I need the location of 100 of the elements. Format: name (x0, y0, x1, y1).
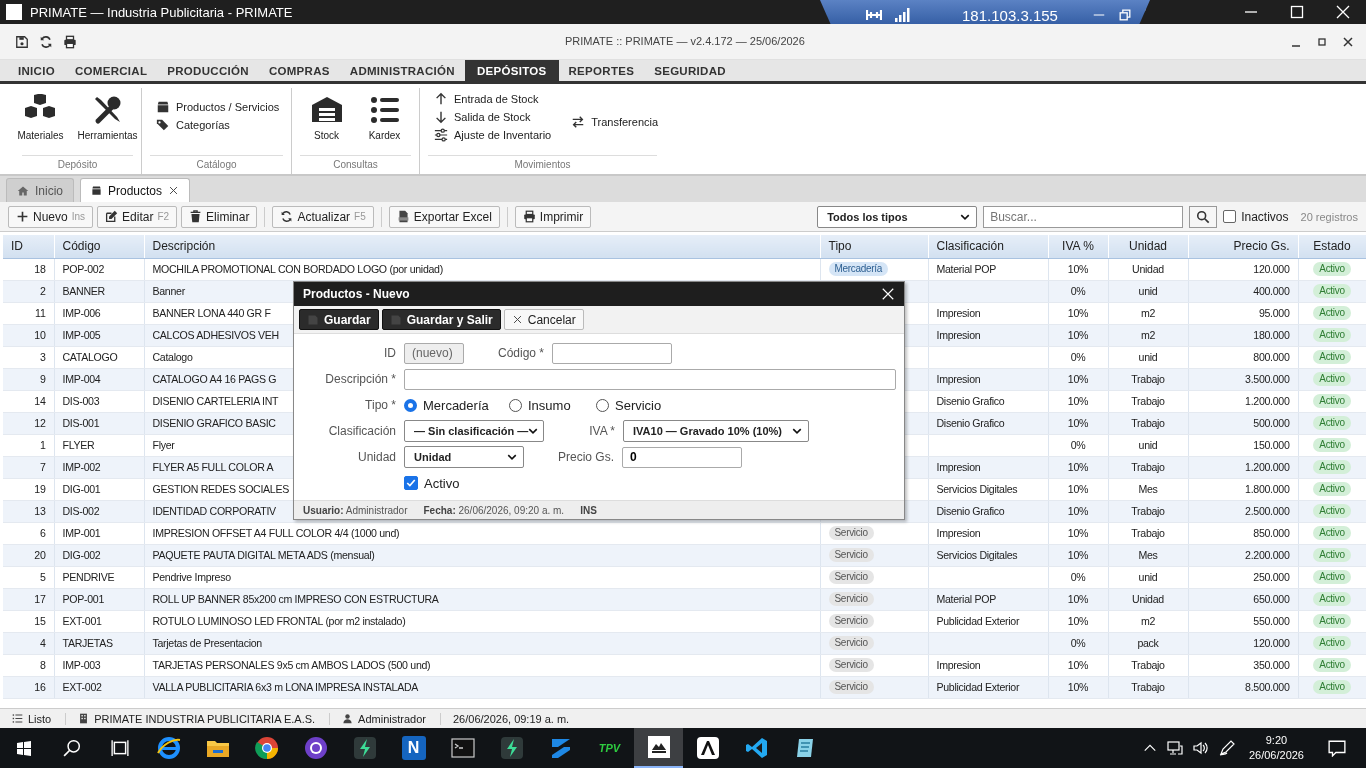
ribbon-button[interactable]: Productos / Servicios (156, 100, 280, 114)
menu-tab[interactable]: PRODUCCIÓN (157, 60, 259, 81)
dropdown[interactable]: — Sin clasificación — (404, 420, 544, 442)
close-icon[interactable] (881, 287, 895, 301)
table-cell: Impresion (928, 302, 1048, 324)
table-cell: 10% (1048, 610, 1108, 632)
clock[interactable]: 9:20 26/06/2026 (1248, 733, 1304, 763)
column-header[interactable]: Código (54, 235, 144, 258)
search-button[interactable] (1189, 205, 1218, 228)
menu-tab[interactable]: DEPÓSITOS (464, 60, 559, 81)
footer-text: Fecha: 26/06/2026, 09:20 a. m. (423, 504, 565, 516)
column-header[interactable]: Clasificación (928, 235, 1048, 258)
menu-tab[interactable]: COMERCIAL (64, 60, 158, 81)
table-cell: 10% (1048, 522, 1108, 544)
ribbon-button[interactable]: Transferencia (571, 114, 659, 129)
toolbar-button[interactable]: Eliminar (181, 205, 258, 228)
table-cell: m2 (1108, 302, 1188, 324)
toolbar-button[interactable]: Actualizar F5 (272, 205, 374, 228)
radio-button[interactable] (509, 398, 522, 412)
ribbon-button[interactable]: Materiales (15, 92, 66, 143)
menu-tab[interactable]: INICIO (8, 60, 65, 81)
toolbar-button[interactable]: Editar F2 (97, 205, 178, 228)
ribbon-button[interactable]: Categorías (156, 118, 280, 132)
notification-icon[interactable] (1328, 739, 1346, 757)
taskbar-app[interactable]: N (389, 728, 438, 768)
table-cell: 0% (1048, 346, 1108, 368)
type-badge: Servicio (828, 636, 874, 650)
network-icon[interactable] (1166, 740, 1183, 756)
pen-icon[interactable] (1218, 740, 1235, 756)
table-cell: unid (1108, 434, 1188, 456)
dialog-button[interactable]: Cancelar (503, 309, 584, 330)
status-badge: Activo (1313, 526, 1351, 540)
column-header[interactable]: Tipo (820, 235, 928, 258)
table-cell: IMPRESION OFFSET A4 FULL COLOR 4/4 (1000 und) (144, 522, 820, 544)
column-header[interactable]: Descripción (144, 235, 820, 258)
ribbon-button[interactable]: Ajuste de Inventario (434, 128, 552, 142)
input-field[interactable]: 0 (622, 446, 742, 468)
home-icon (17, 184, 29, 197)
ribbon-button[interactable]: Herramientas (75, 92, 140, 143)
app-title: PRIMATE :: PRIMATE — v2.4.172 — 25/06/2026 (565, 35, 805, 47)
ribbon-button[interactable]: Stock (308, 92, 345, 143)
terminal-icon (450, 736, 475, 760)
menu-tab[interactable]: REPORTES (558, 60, 645, 81)
toolbar-button[interactable]: Exportar Excel (388, 205, 500, 228)
toolbar-button[interactable]: Imprimir (514, 205, 592, 228)
type-filter-dropdown[interactable]: Todos los tipos (817, 205, 978, 228)
dropdown[interactable]: Unidad (404, 446, 524, 468)
toolbar-button[interactable]: Nuevo Ins (8, 205, 94, 228)
restore-icon[interactable] (1117, 8, 1132, 22)
column-header[interactable]: IVA % (1048, 235, 1108, 258)
table-cell: 10% (1048, 390, 1108, 412)
footer-text: Usuario: Administrador (303, 504, 408, 516)
table-cell: 10% (1048, 478, 1108, 500)
document-tab[interactable]: Inicio (6, 178, 74, 202)
checkbox[interactable] (404, 476, 418, 490)
table-cell: 17 (3, 588, 54, 610)
column-header[interactable]: Estado (1298, 235, 1366, 258)
search-field[interactable]: Buscar... (983, 205, 1184, 228)
ribbon-button[interactable]: Kardex (366, 92, 403, 143)
taskbar-app[interactable]: TPV (585, 728, 634, 768)
ribbon-button[interactable]: Entrada de Stock (434, 92, 552, 106)
chevron-down-icon (792, 426, 802, 436)
checkbox[interactable] (1223, 210, 1237, 223)
table-cell: unid (1108, 346, 1188, 368)
pin-icon[interactable] (866, 7, 882, 23)
status-badge: Activo (1313, 658, 1351, 672)
document-tab[interactable]: Productos (80, 178, 191, 202)
user-icon (342, 713, 354, 724)
table-cell: 0% (1048, 566, 1108, 588)
taskbar-app[interactable] (634, 728, 683, 768)
close-icon[interactable] (168, 185, 180, 196)
menu-tab[interactable]: ADMINISTRACIÓN (339, 60, 465, 81)
refresh-icon[interactable] (39, 34, 53, 49)
table-cell: Impresion (928, 654, 1048, 676)
status-badge: Activo (1313, 262, 1351, 276)
menu-tab[interactable]: COMPRAS (258, 60, 340, 81)
status-text: 26/06/2026, 09:19 a. m. (452, 712, 570, 725)
print-icon[interactable] (63, 34, 77, 49)
type-badge: Servicio (828, 570, 874, 584)
volume-icon[interactable] (1192, 740, 1209, 756)
column-header[interactable]: ID (3, 235, 54, 258)
app-logo-icon (646, 735, 671, 759)
radio-button[interactable] (596, 398, 609, 412)
ribbon-button[interactable]: Salida de Stock (434, 110, 552, 124)
input-field[interactable] (404, 368, 896, 390)
dropdown[interactable]: IVA10 — Gravado 10% (10%) (623, 420, 809, 442)
input-field[interactable] (552, 342, 672, 364)
table-cell: 850.000 (1188, 522, 1298, 544)
dialog-button[interactable]: Guardar y Salir (381, 309, 501, 330)
radio-button[interactable] (404, 398, 417, 412)
menu-tab[interactable]: SEGURIDAD (644, 60, 736, 81)
letter-logo-icon (695, 736, 720, 760)
column-header[interactable]: Unidad (1108, 235, 1188, 258)
status-badge: Activo (1313, 482, 1351, 496)
table-cell: Pendrive Impreso (144, 566, 820, 588)
dialog-button[interactable]: Guardar (299, 309, 379, 330)
table-cell: 19 (3, 478, 54, 500)
task-view-icon (111, 739, 129, 757)
column-header[interactable]: Precio Gs. (1188, 235, 1298, 258)
table-cell: m2 (1108, 610, 1188, 632)
